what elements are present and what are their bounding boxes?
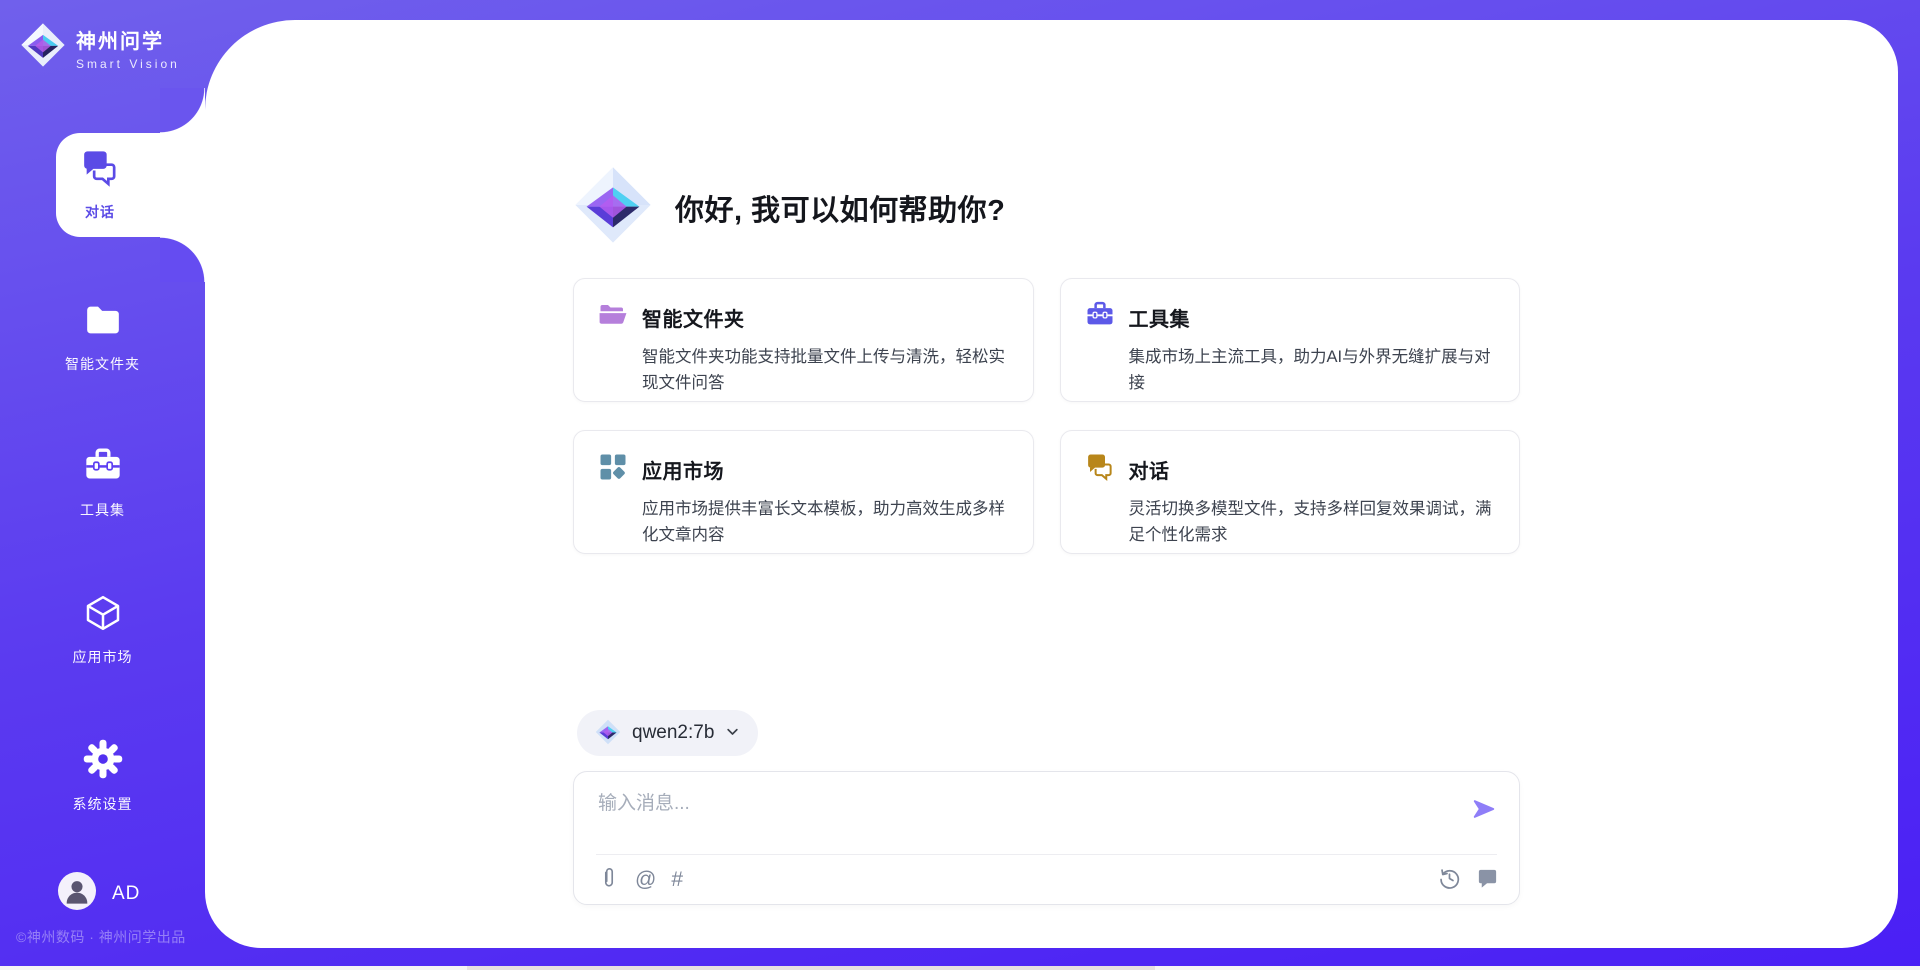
brand-logo-icon: [20, 22, 66, 73]
card-title: 应用市场: [642, 455, 724, 484]
sidebar-item-label: 工具集: [80, 500, 125, 520]
chat-bubbles-icon: [80, 148, 120, 193]
card-description: 应用市场提供丰富长文本模板，助力高效生成多样化文章内容: [642, 496, 1009, 549]
composer-toolbar: @ #: [598, 866, 1499, 893]
history-icon: [1438, 867, 1461, 893]
model-logo-icon: [595, 719, 621, 748]
card-description: 灵活切换多模型文件，支持多样回复效果调试，满足个性化需求: [1129, 496, 1496, 549]
card-toolset[interactable]: 工具集 集成市场上主流工具，助力AI与外界无缝扩展与对接: [1060, 278, 1521, 402]
card-title: 工具集: [1129, 303, 1191, 332]
tab-curve-bottom: [160, 237, 205, 282]
gear-icon: [82, 738, 124, 785]
model-name: qwen2:7b: [632, 722, 714, 744]
send-arrow-icon: [1471, 810, 1497, 825]
card-smart-folder[interactable]: 智能文件夹 智能文件夹功能支持批量文件上传与清洗，轻松实现文件问答: [573, 278, 1034, 402]
hashtag-button[interactable]: #: [671, 868, 683, 892]
app-grid-icon: [598, 452, 628, 487]
card-title: 智能文件夹: [642, 303, 745, 332]
greeting-title: 你好, 我可以如何帮助你?: [675, 187, 1005, 229]
user-account[interactable]: AD: [58, 872, 140, 915]
card-title: 对话: [1129, 455, 1170, 484]
tab-curve-top: [160, 88, 205, 133]
composer: @ #: [573, 771, 1520, 905]
greeting: 你好, 我可以如何帮助你?: [573, 165, 1005, 250]
assistant-logo-icon: [573, 165, 653, 250]
folder-icon: [83, 300, 123, 345]
attach-button[interactable]: [598, 866, 620, 893]
sidebar-item-label: 系统设置: [73, 794, 133, 814]
card-description: 智能文件夹功能支持批量文件上传与清洗，轻松实现文件问答: [642, 344, 1009, 397]
sidebar-item-smart-folder[interactable]: 智能文件夹: [0, 285, 205, 389]
sidebar-item-chat[interactable]: 对话: [56, 133, 216, 237]
card-chat[interactable]: 对话 灵活切换多模型文件，支持多样回复效果调试，满足个性化需求: [1060, 430, 1521, 554]
sidebar-item-settings[interactable]: 系统设置: [0, 724, 205, 828]
brand-name: 神州问学: [76, 25, 180, 54]
chevron-down-icon: [725, 724, 740, 742]
toolbox-icon: [83, 446, 123, 491]
paperclip-icon: [598, 866, 620, 893]
history-button[interactable]: [1438, 867, 1461, 893]
sidebar-item-label: 对话: [85, 202, 115, 222]
main-content-panel: 你好, 我可以如何帮助你? 智能文件夹 智能文件夹功能支持批量文件上传与清洗，轻…: [205, 20, 1898, 948]
cube-icon: [83, 593, 123, 638]
message-input[interactable]: [598, 788, 1418, 820]
divider: [596, 854, 1497, 855]
user-name: AD: [112, 883, 140, 905]
scrollbar-thumb[interactable]: [467, 966, 1155, 970]
folder-open-icon: [598, 300, 628, 335]
sidebar-footer: ©神州数码 · 神州问学出品: [16, 927, 206, 947]
comments-button[interactable]: [1476, 867, 1499, 893]
model-selector[interactable]: qwen2:7b: [577, 710, 758, 756]
toolbox-icon: [1085, 300, 1115, 335]
feature-cards: 智能文件夹 智能文件夹功能支持批量文件上传与清洗，轻松实现文件问答 工具集 集成…: [573, 278, 1520, 554]
sidebar-item-label: 应用市场: [73, 647, 133, 667]
sidebar-item-label: 智能文件夹: [65, 354, 140, 374]
card-app-market[interactable]: 应用市场 应用市场提供丰富长文本模板，助力高效生成多样化文章内容: [573, 430, 1034, 554]
brand-subtitle: Smart Vision: [76, 57, 180, 71]
card-description: 集成市场上主流工具，助力AI与外界无缝扩展与对接: [1129, 344, 1496, 397]
sidebar-item-toolset[interactable]: 工具集: [0, 431, 205, 535]
avatar-icon: [58, 872, 96, 915]
sidebar: 神州问学 Smart Vision 对话 智能文件夹: [0, 0, 205, 970]
brand: 神州问学 Smart Vision: [20, 22, 180, 73]
horizontal-scrollbar: [0, 966, 1920, 970]
send-button[interactable]: [1471, 796, 1497, 825]
chat-bubbles-icon: [1085, 452, 1115, 487]
mention-button[interactable]: @: [635, 868, 656, 892]
sidebar-item-app-market[interactable]: 应用市场: [0, 578, 205, 682]
comment-icon: [1476, 867, 1499, 893]
